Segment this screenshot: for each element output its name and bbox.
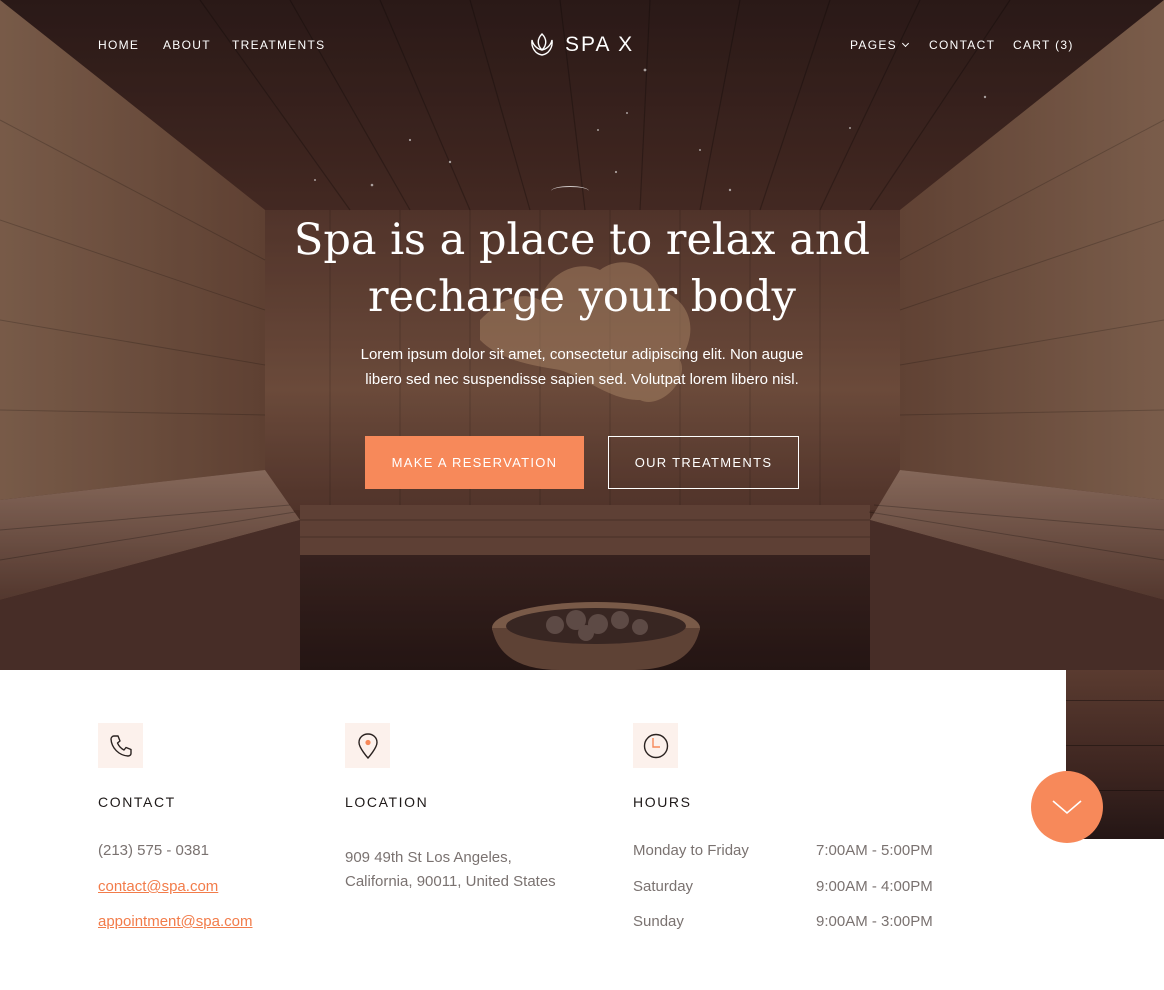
nav-about[interactable]: ABOUT — [163, 38, 211, 52]
clock-icon — [643, 733, 668, 758]
email-appointment-link[interactable]: appointment@spa.com — [98, 913, 252, 930]
chevron-down-icon — [901, 39, 910, 48]
nav-pages-dropdown[interactable]: PAGES — [850, 38, 910, 52]
hero-subtitle-line1: Lorem ipsum dolor sit amet, consectetur … — [360, 346, 804, 363]
hero-subtitle-line2: libero sed nec suspendisse sapien sed. V… — [365, 371, 799, 388]
phone-icon — [109, 734, 132, 757]
location-icon-box — [345, 723, 390, 768]
nav-cart[interactable]: CART (3) — [1013, 38, 1074, 52]
hours-heading: HOURS — [633, 794, 692, 810]
hero-title: Spa is a place to relax and recharge you… — [232, 212, 932, 326]
hours-icon-box — [633, 723, 678, 768]
address-line2: California, 90011, United States — [345, 873, 556, 890]
address-line1: 909 49th St Los Angeles, — [345, 849, 512, 866]
scroll-down-button[interactable] — [1031, 771, 1103, 843]
contact-icon-box — [98, 723, 143, 768]
nav-pages-label: PAGES — [850, 38, 897, 52]
hours-time: 9:00AM - 4:00PM — [816, 878, 933, 895]
logo-text: SPA X — [565, 33, 635, 56]
hours-day: Saturday — [633, 878, 694, 895]
make-reservation-button[interactable]: MAKE A RESERVATION — [365, 436, 584, 489]
email-contact-link[interactable]: contact@spa.com — [98, 878, 218, 895]
location-heading: LOCATION — [345, 794, 429, 810]
address: 909 49th St Los Angeles, California, 900… — [345, 846, 585, 894]
hero-title-line2: recharge your body — [368, 272, 796, 322]
plank-line — [1066, 745, 1164, 746]
hero-section: HOME ABOUT TREATMENTS SPA X PAGES CONTAC… — [0, 0, 1164, 670]
nav-treatments[interactable]: TREATMENTS — [232, 38, 325, 52]
map-pin-icon — [357, 732, 378, 759]
hero-subtitle: Lorem ipsum dolor sit amet, consectetur … — [332, 342, 832, 392]
hero-title-line1: Spa is a place to relax and — [293, 215, 871, 265]
contact-heading: CONTACT — [98, 794, 176, 810]
decorative-arc — [551, 186, 589, 196]
our-treatments-button[interactable]: OUR TREATMENTS — [608, 436, 799, 489]
nav-contact[interactable]: CONTACT — [929, 38, 995, 52]
lotus-icon — [531, 33, 553, 56]
hours-day: Monday to Friday — [633, 842, 749, 859]
nav-home[interactable]: HOME — [98, 38, 139, 52]
phone-number: (213) 575 - 0381 — [98, 842, 209, 859]
chevron-down-icon — [1052, 800, 1082, 815]
hours-time: 9:00AM - 3:00PM — [816, 913, 933, 930]
hero-overlay — [0, 0, 1164, 670]
hours-time: 7:00AM - 5:00PM — [816, 842, 933, 859]
logo[interactable]: SPA X — [527, 29, 634, 61]
plank-line — [1066, 700, 1164, 701]
hours-day: Sunday — [633, 913, 684, 930]
